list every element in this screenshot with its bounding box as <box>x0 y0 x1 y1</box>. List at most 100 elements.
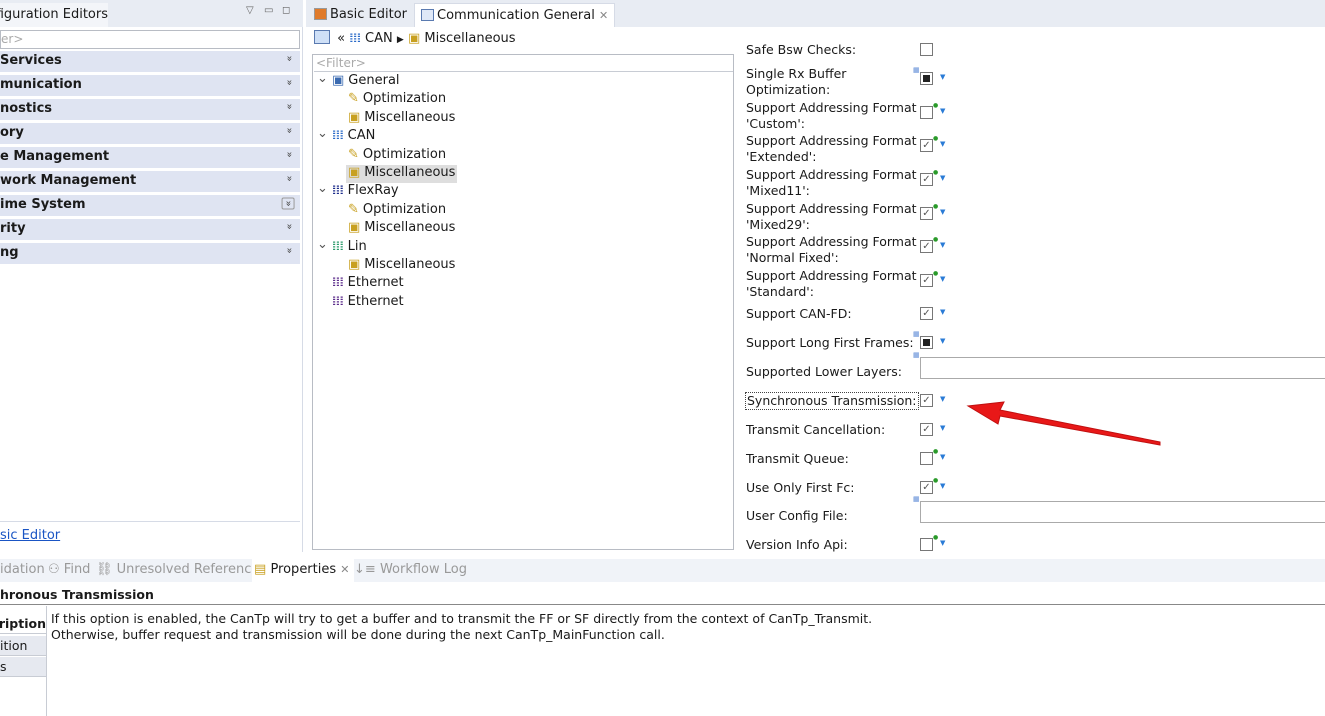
maximize-icon[interactable]: ◻ <box>282 5 290 16</box>
setting-text-input[interactable] <box>920 357 1325 379</box>
breadcrumb-miscellaneous[interactable]: Miscellaneous <box>424 31 515 46</box>
side-tab-definition[interactable]: ition <box>0 636 46 656</box>
setting-checkbox[interactable]: ✓ <box>920 274 933 287</box>
dropdown-arrow-icon[interactable]: ▼ <box>940 107 945 115</box>
setting-label: Support Addressing Format 'Custom': <box>746 100 917 132</box>
category-label: e Management <box>0 149 110 164</box>
category-bsw-services[interactable]: Services » <box>0 51 300 72</box>
dropdown-arrow-icon[interactable]: ▼ <box>940 73 945 81</box>
setting-checkbox[interactable]: ✓ <box>920 307 933 320</box>
breadcrumb-can[interactable]: CAN <box>365 31 393 46</box>
setting-checkbox[interactable] <box>920 452 933 465</box>
tab-workflow-log[interactable]: ↓≡ Workflow Log <box>354 562 467 577</box>
tab-unresolved-references[interactable]: ⛓ Unresolved References <box>96 562 266 577</box>
expand-icon[interactable]: » <box>283 55 294 61</box>
expand-icon[interactable]: » <box>283 79 294 85</box>
category-runtime-system[interactable]: ime System » <box>0 195 300 216</box>
side-tab-description[interactable]: ription <box>0 614 46 634</box>
bus-icon: 𝍖 <box>332 275 344 291</box>
tree-item-miscellaneous[interactable]: ▣ Miscellaneous <box>346 110 457 128</box>
setting-checkbox[interactable] <box>920 72 933 85</box>
category-mode-management[interactable]: e Management » <box>0 147 300 168</box>
tree-item-optimization[interactable]: ✎ Optimization <box>346 202 448 220</box>
dropdown-arrow-icon[interactable]: ▼ <box>940 424 945 432</box>
setting-checkbox[interactable]: ✓ <box>920 173 933 186</box>
category-communication[interactable]: munication » <box>0 75 300 96</box>
back-icon[interactable]: « <box>337 31 345 46</box>
dropdown-arrow-icon[interactable]: ▼ <box>940 453 945 461</box>
minimize-icon[interactable]: ▭ <box>264 5 273 16</box>
category-tracing[interactable]: ng » <box>0 243 300 264</box>
setting-checkbox[interactable]: ✓ <box>920 394 933 407</box>
tree-item-miscellaneous[interactable]: ▣ Miscellaneous <box>346 165 458 183</box>
setting-checkbox[interactable]: ✓ <box>920 481 933 494</box>
dropdown-arrow-icon[interactable]: ▼ <box>940 337 945 345</box>
close-icon[interactable]: ✕ <box>340 563 349 576</box>
side-tab-values[interactable]: s <box>0 657 46 677</box>
category-diagnostics[interactable]: nostics » <box>0 99 300 120</box>
dropdown-arrow-icon[interactable]: ▼ <box>940 208 945 216</box>
toggle-tree-icon[interactable] <box>314 30 330 44</box>
tab-properties[interactable]: ▤ Properties ✕ <box>252 559 354 582</box>
dropdown-arrow-icon[interactable]: ▼ <box>940 140 945 148</box>
label-line: Support CAN-FD: <box>746 306 852 321</box>
tab-label: Communication General <box>437 8 595 23</box>
setting-checkbox[interactable] <box>920 43 933 56</box>
binoculars-icon: ⚇ <box>48 562 60 577</box>
dropdown-arrow-icon[interactable]: ▼ <box>940 241 945 249</box>
tree-item-lin[interactable]: 𝍖 Lin <box>330 239 369 257</box>
setting-checkbox[interactable] <box>920 336 933 349</box>
tree-item-can[interactable]: 𝍖 CAN <box>330 128 377 146</box>
setting-checkbox[interactable]: ✓ <box>920 240 933 253</box>
category-security[interactable]: rity » <box>0 219 300 240</box>
setting-checkbox[interactable]: ✓ <box>920 139 933 152</box>
close-icon[interactable]: ✕ <box>599 9 608 22</box>
setting-text-input[interactable] <box>920 501 1325 523</box>
chevron-down-icon[interactable]: ⌄ <box>317 237 328 252</box>
category-memory[interactable]: ory » <box>0 123 300 144</box>
category-network-management[interactable]: work Management » <box>0 171 300 192</box>
tree-item-ethernet[interactable]: 𝍖 Ethernet <box>330 294 406 312</box>
tab-configuration-editors[interactable]: nfiguration Editors <box>0 3 108 27</box>
chevron-down-icon[interactable]: ⌄ <box>317 71 328 86</box>
expand-icon[interactable]: » <box>283 151 294 157</box>
expand-icon[interactable]: » <box>283 247 294 253</box>
setting-checkbox[interactable]: ✓ <box>920 423 933 436</box>
dropdown-arrow-icon[interactable]: ▼ <box>940 482 945 490</box>
dropdown-arrow-icon[interactable]: ▼ <box>940 308 945 316</box>
dropdown-arrow-icon[interactable]: ▼ <box>940 275 945 283</box>
view-menu-icon[interactable]: ▽ <box>246 5 254 16</box>
setting-checkbox[interactable] <box>920 106 933 119</box>
dropdown-arrow-icon[interactable]: ▼ <box>940 174 945 182</box>
expand-icon[interactable]: » <box>283 127 294 133</box>
tree-filter-input[interactable]: <Filter> <box>314 56 733 72</box>
tree-item-miscellaneous[interactable]: ▣ Miscellaneous <box>346 220 457 238</box>
chevron-down-icon[interactable]: ⌄ <box>317 126 328 141</box>
tab-find[interactable]: ⚇ Find <box>48 562 90 577</box>
tree-item-miscellaneous[interactable]: ▣ Miscellaneous <box>346 257 457 275</box>
setting-checkbox[interactable] <box>920 538 933 551</box>
tree-item-label: General <box>348 73 400 88</box>
tree-item-general[interactable]: ▣ General <box>330 73 402 91</box>
label-line: Synchronous Transmission: <box>747 393 917 408</box>
tree-item-ethernet[interactable]: 𝍖 Ethernet <box>330 275 406 293</box>
expand-icon[interactable]: » <box>281 197 295 210</box>
expand-icon[interactable]: » <box>283 175 294 181</box>
modified-icon: ● <box>933 236 939 243</box>
tab-validation[interactable]: idation <box>0 562 45 577</box>
tree-item-flexray[interactable]: 𝍖 FlexRay <box>330 183 401 201</box>
modified-icon: ● <box>933 203 939 210</box>
category-filter-input[interactable]: er> <box>0 30 300 49</box>
dropdown-arrow-icon[interactable]: ▼ <box>940 395 945 403</box>
tree-item-optimization[interactable]: ✎ Optimization <box>346 147 448 165</box>
setting-checkbox[interactable]: ✓ <box>920 207 933 220</box>
chevron-down-icon[interactable]: ⌄ <box>317 181 328 196</box>
tree-item-optimization[interactable]: ✎ Optimization <box>346 91 448 109</box>
configuration-editors-panel: nfiguration Editors ▽ ▭ ◻ er> Services» m… <box>0 0 303 552</box>
expand-icon[interactable]: » <box>283 223 294 229</box>
expand-icon[interactable]: » <box>283 103 294 109</box>
dropdown-arrow-icon[interactable]: ▼ <box>940 539 945 547</box>
basic-editor-link[interactable]: sic Editor <box>0 528 60 543</box>
tab-basic-editor[interactable]: Basic Editor <box>308 3 413 27</box>
tab-communication-general[interactable]: Communication General ✕ <box>414 3 616 27</box>
